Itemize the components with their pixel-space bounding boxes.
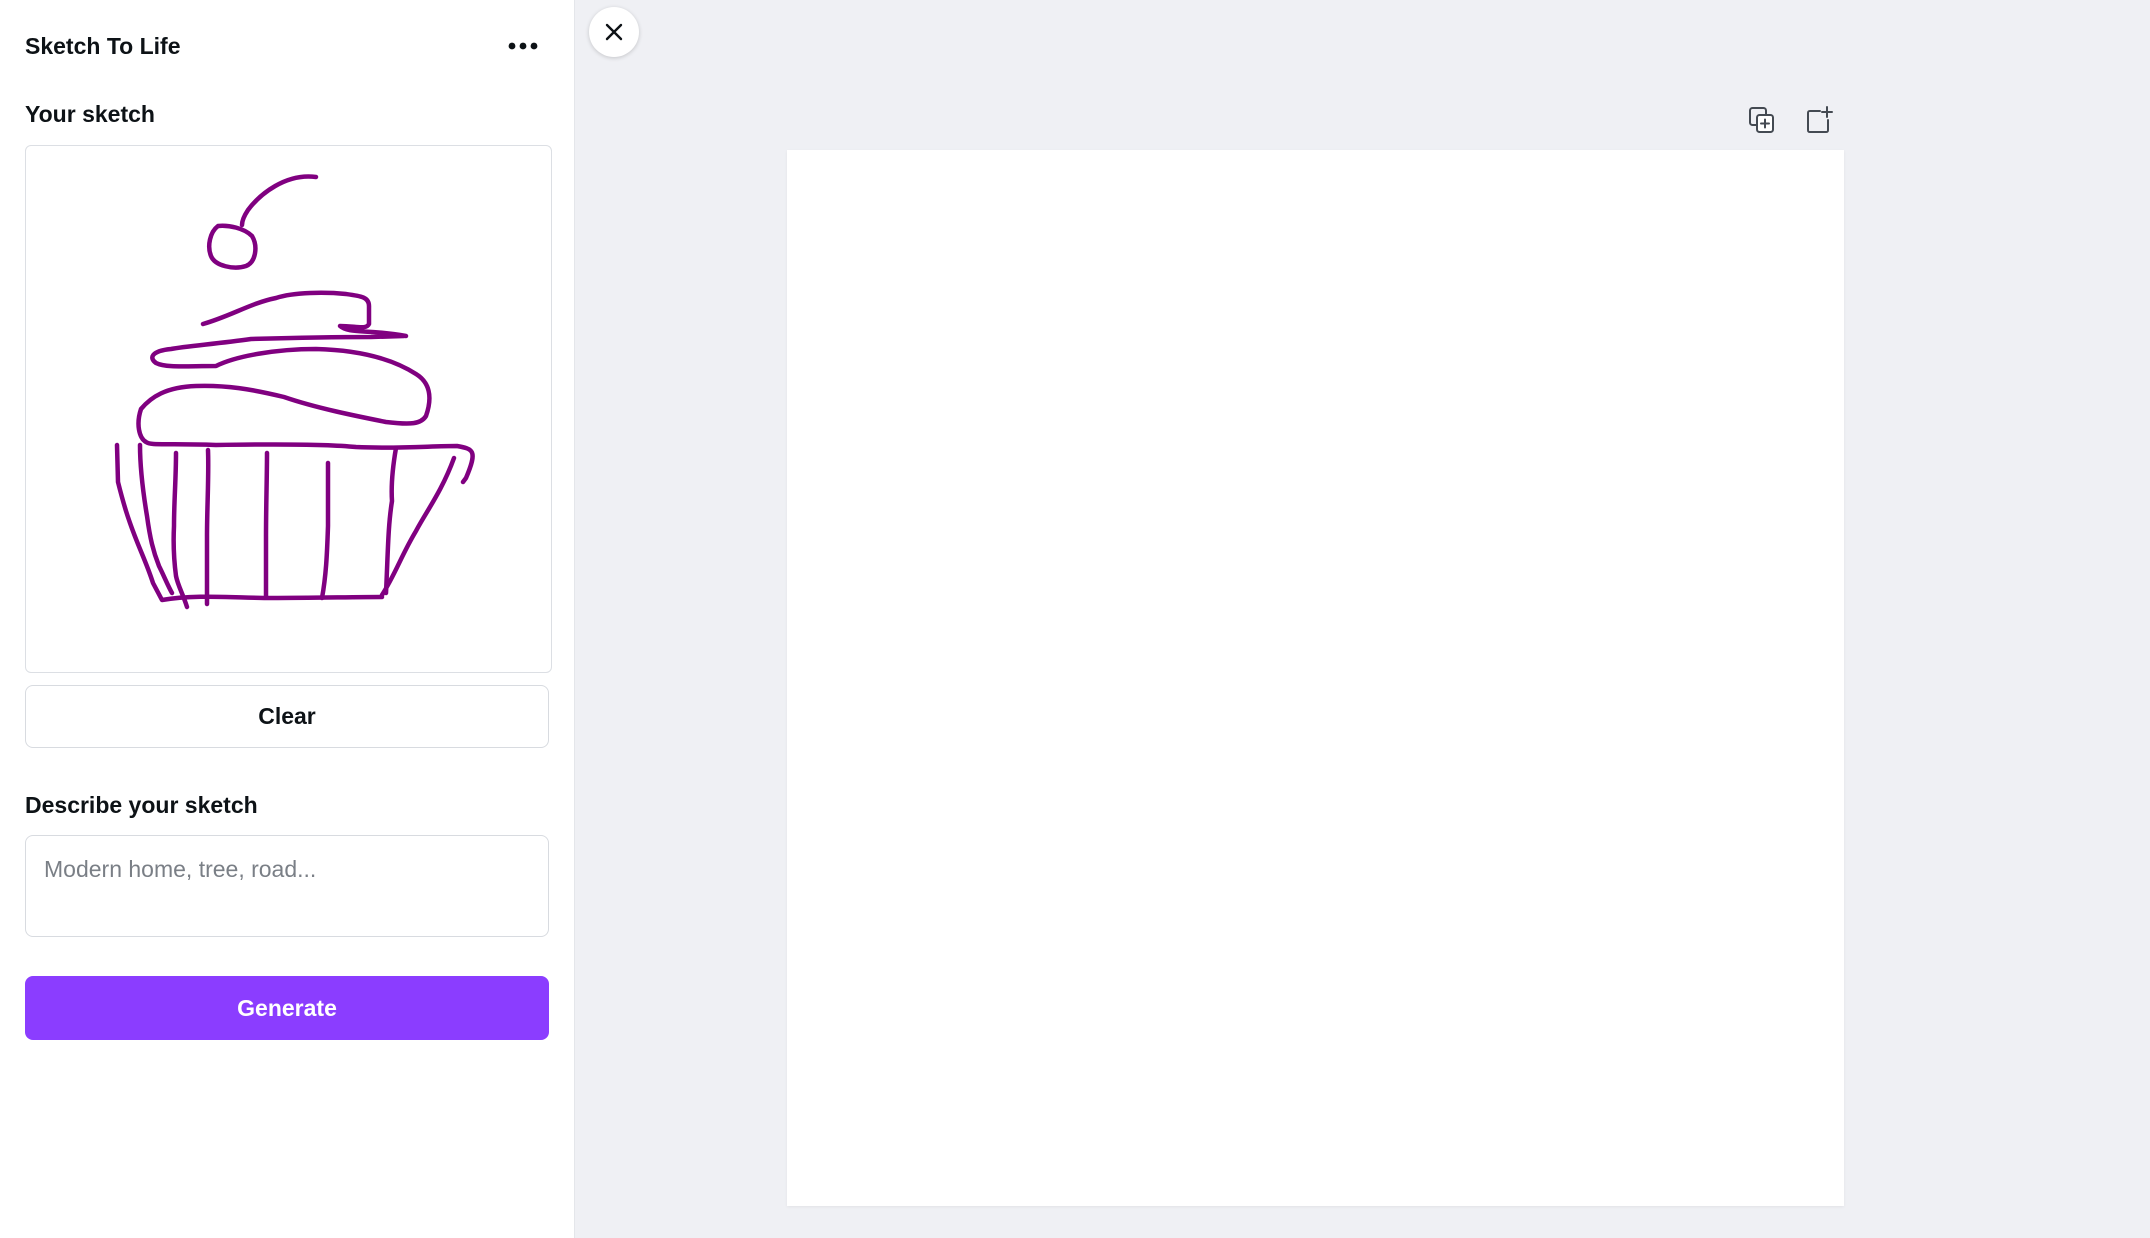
sketch-label: Your sketch	[25, 101, 155, 127]
design-page[interactable]	[787, 150, 1844, 1206]
generate-button[interactable]: Generate	[25, 976, 549, 1040]
cupcake-drawing	[114, 174, 475, 610]
describe-input[interactable]	[25, 835, 549, 937]
duplicate-page-icon	[1749, 107, 1774, 133]
add-page-icon	[1807, 106, 1833, 133]
clear-button[interactable]: Clear	[25, 685, 549, 748]
duplicate-page-button[interactable]	[1746, 104, 1778, 136]
more-horizontal-icon	[508, 42, 538, 50]
add-page-button[interactable]	[1803, 104, 1835, 136]
describe-label: Describe your sketch	[25, 792, 258, 818]
close-panel-button[interactable]	[589, 7, 639, 57]
side-panel: Sketch To Life Your sketch Clear Describ…	[0, 0, 575, 1238]
panel-title: Sketch To Life	[25, 32, 181, 59]
close-icon	[605, 23, 623, 41]
more-options-button[interactable]	[499, 28, 547, 64]
sketch-canvas[interactable]	[25, 145, 552, 673]
panel-header: Sketch To Life	[25, 28, 547, 64]
